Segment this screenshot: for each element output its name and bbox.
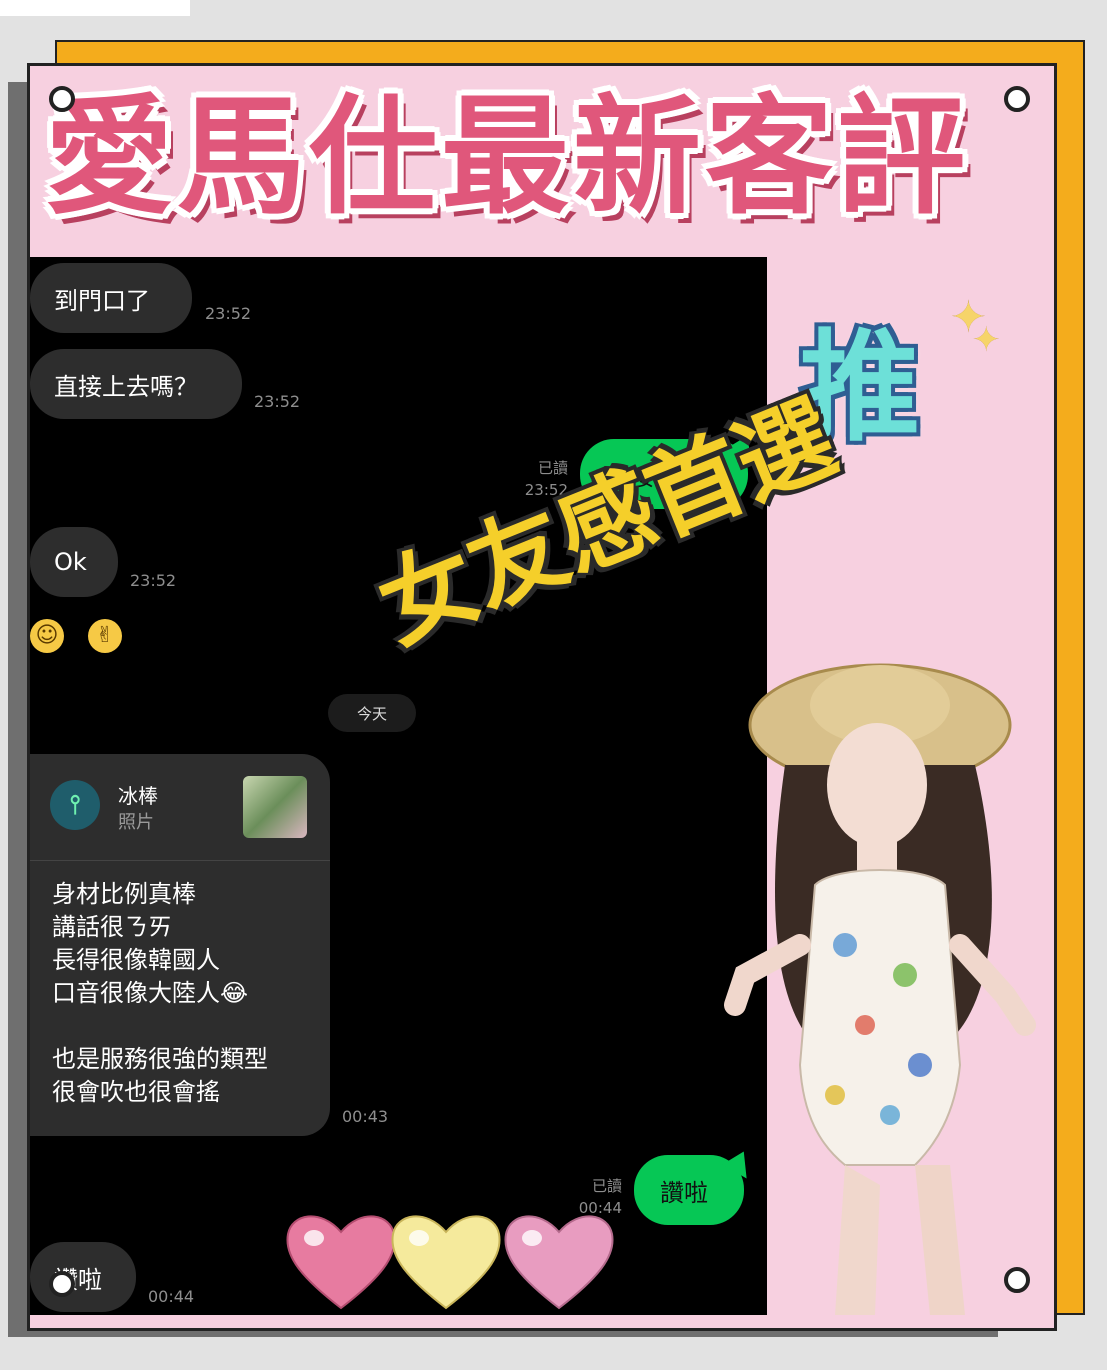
message-time: 23:52: [130, 571, 177, 590]
top-edge: [0, 0, 190, 16]
message-bubble: 讚啦: [30, 1242, 136, 1312]
heart-icon: [286, 1215, 396, 1310]
card-message-text: 身材比例真棒 講話很ㄋㄞ 長得很像韓國人 口音很像大陸人😂 也是服務很強的類型 …: [52, 880, 268, 1106]
card-contact-name: 冰棒: [118, 784, 158, 808]
chat-screen: 到門口了 23:52 直接上去嗎？ 23:52 已讀 23:52 直接上樓 Ok…: [30, 257, 767, 1315]
pin-icon: [49, 86, 75, 112]
divider: [30, 860, 330, 861]
message-bubble: Ok: [30, 527, 118, 597]
message-text: 到門口了: [54, 286, 150, 315]
message-bubble: 直接上去嗎？: [30, 349, 242, 419]
heart-icon: [504, 1215, 614, 1310]
heart-icon: [391, 1215, 501, 1310]
card-subtitle: 照片: [118, 812, 154, 833]
message-time: 23:52: [254, 392, 301, 411]
date-divider: 今天: [328, 694, 416, 732]
model-photo: [724, 663, 1036, 1315]
message-time: 00:44: [148, 1287, 195, 1306]
message-text: Ok: [54, 548, 87, 576]
shared-card-message[interactable]: ⫯ 冰棒 照片 身材比例真棒 講話很ㄋㄞ 長得很像韓國人 口音很像大陸人😂 也是…: [30, 754, 330, 1136]
popsicle-avatar-icon: ⫯: [50, 780, 100, 830]
read-label: 已讀: [591, 1177, 622, 1195]
pin-icon: [1004, 86, 1030, 112]
sparkle-icon: ✦: [972, 320, 1001, 360]
message-bubble: 到門口了: [30, 263, 192, 333]
message-text: 讚啦: [660, 1178, 708, 1207]
thumbs-emoji-icon: ✌: [88, 619, 122, 653]
poster-title: 愛馬仕最新客評: [45, 83, 970, 232]
message-text: 直接上去嗎？: [54, 372, 198, 401]
smile-emoji-icon: ☺: [30, 619, 64, 653]
photo-thumbnail[interactable]: [243, 776, 307, 838]
message-time: 00:43: [342, 1107, 389, 1126]
message-time: 23:52: [205, 304, 252, 323]
pin-icon: [49, 1271, 75, 1297]
